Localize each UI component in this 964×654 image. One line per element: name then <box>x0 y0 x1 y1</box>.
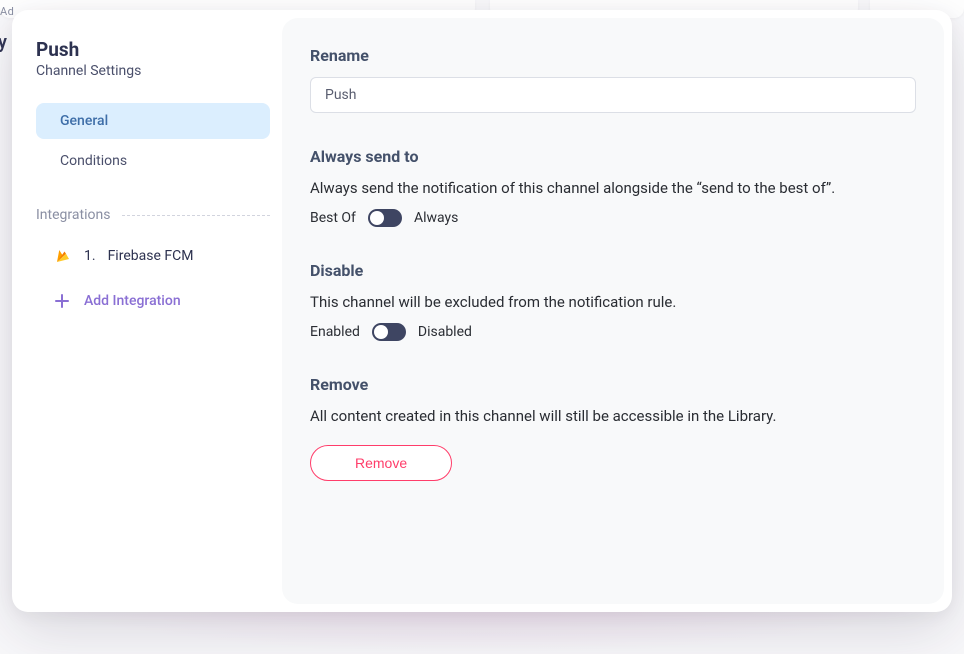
remove-heading: Remove <box>310 375 916 394</box>
disable-heading: Disable <box>310 261 916 280</box>
integration-name: Firebase FCM <box>108 248 194 264</box>
rename-heading: Rename <box>310 46 916 65</box>
background-text-y: y <box>0 32 7 53</box>
remove-description: All content created in this channel will… <box>310 406 916 427</box>
sidebar-nav: General Conditions <box>36 103 270 179</box>
always-send-heading: Always send to <box>310 147 916 166</box>
add-integration-label: Add Integration <box>84 293 181 309</box>
disable-description: This channel will be excluded from the n… <box>310 292 916 313</box>
remove-button-label: Remove <box>355 455 407 471</box>
always-send-section: Always send to Always send the notificat… <box>310 147 916 227</box>
toggle-right-label: Disabled <box>418 324 472 340</box>
toggle-right-label: Always <box>414 210 458 226</box>
always-send-description: Always send the notification of this cha… <box>310 178 916 199</box>
rename-section: Rename <box>310 46 916 113</box>
settings-sidebar: Push Channel Settings General Conditions… <box>12 10 282 612</box>
integrations-section-header: Integrations <box>36 207 270 223</box>
integrations-label: Integrations <box>36 207 110 223</box>
firebase-icon <box>54 247 72 265</box>
sidebar-subtitle: Channel Settings <box>36 63 270 79</box>
disable-toggle[interactable] <box>372 323 406 341</box>
sidebar-item-conditions[interactable]: Conditions <box>36 143 270 179</box>
sidebar-title: Push <box>36 38 270 61</box>
divider <box>122 215 270 216</box>
remove-button[interactable]: Remove <box>310 445 452 481</box>
sidebar-item-label: General <box>60 113 108 129</box>
toggle-left-label: Best Of <box>310 210 356 226</box>
remove-section: Remove All content created in this chann… <box>310 375 916 481</box>
integration-index: 1. <box>84 248 96 264</box>
background-text: Ad <box>0 5 14 18</box>
sidebar-item-general[interactable]: General <box>36 103 270 139</box>
disable-toggle-row: Enabled Disabled <box>310 323 916 341</box>
disable-section: Disable This channel will be excluded fr… <box>310 261 916 341</box>
channel-settings-modal: Push Channel Settings General Conditions… <box>12 10 952 612</box>
plus-icon <box>54 293 70 309</box>
sidebar-item-label: Conditions <box>60 153 127 169</box>
always-send-toggle-row: Best Of Always <box>310 209 916 227</box>
integration-item-firebase[interactable]: 1. Firebase FCM <box>36 239 270 273</box>
settings-main-panel: Rename Always send to Always send the no… <box>282 18 944 604</box>
always-send-toggle[interactable] <box>368 209 402 227</box>
add-integration-button[interactable]: Add Integration <box>36 273 270 329</box>
rename-input[interactable] <box>310 77 916 113</box>
toggle-left-label: Enabled <box>310 324 360 340</box>
